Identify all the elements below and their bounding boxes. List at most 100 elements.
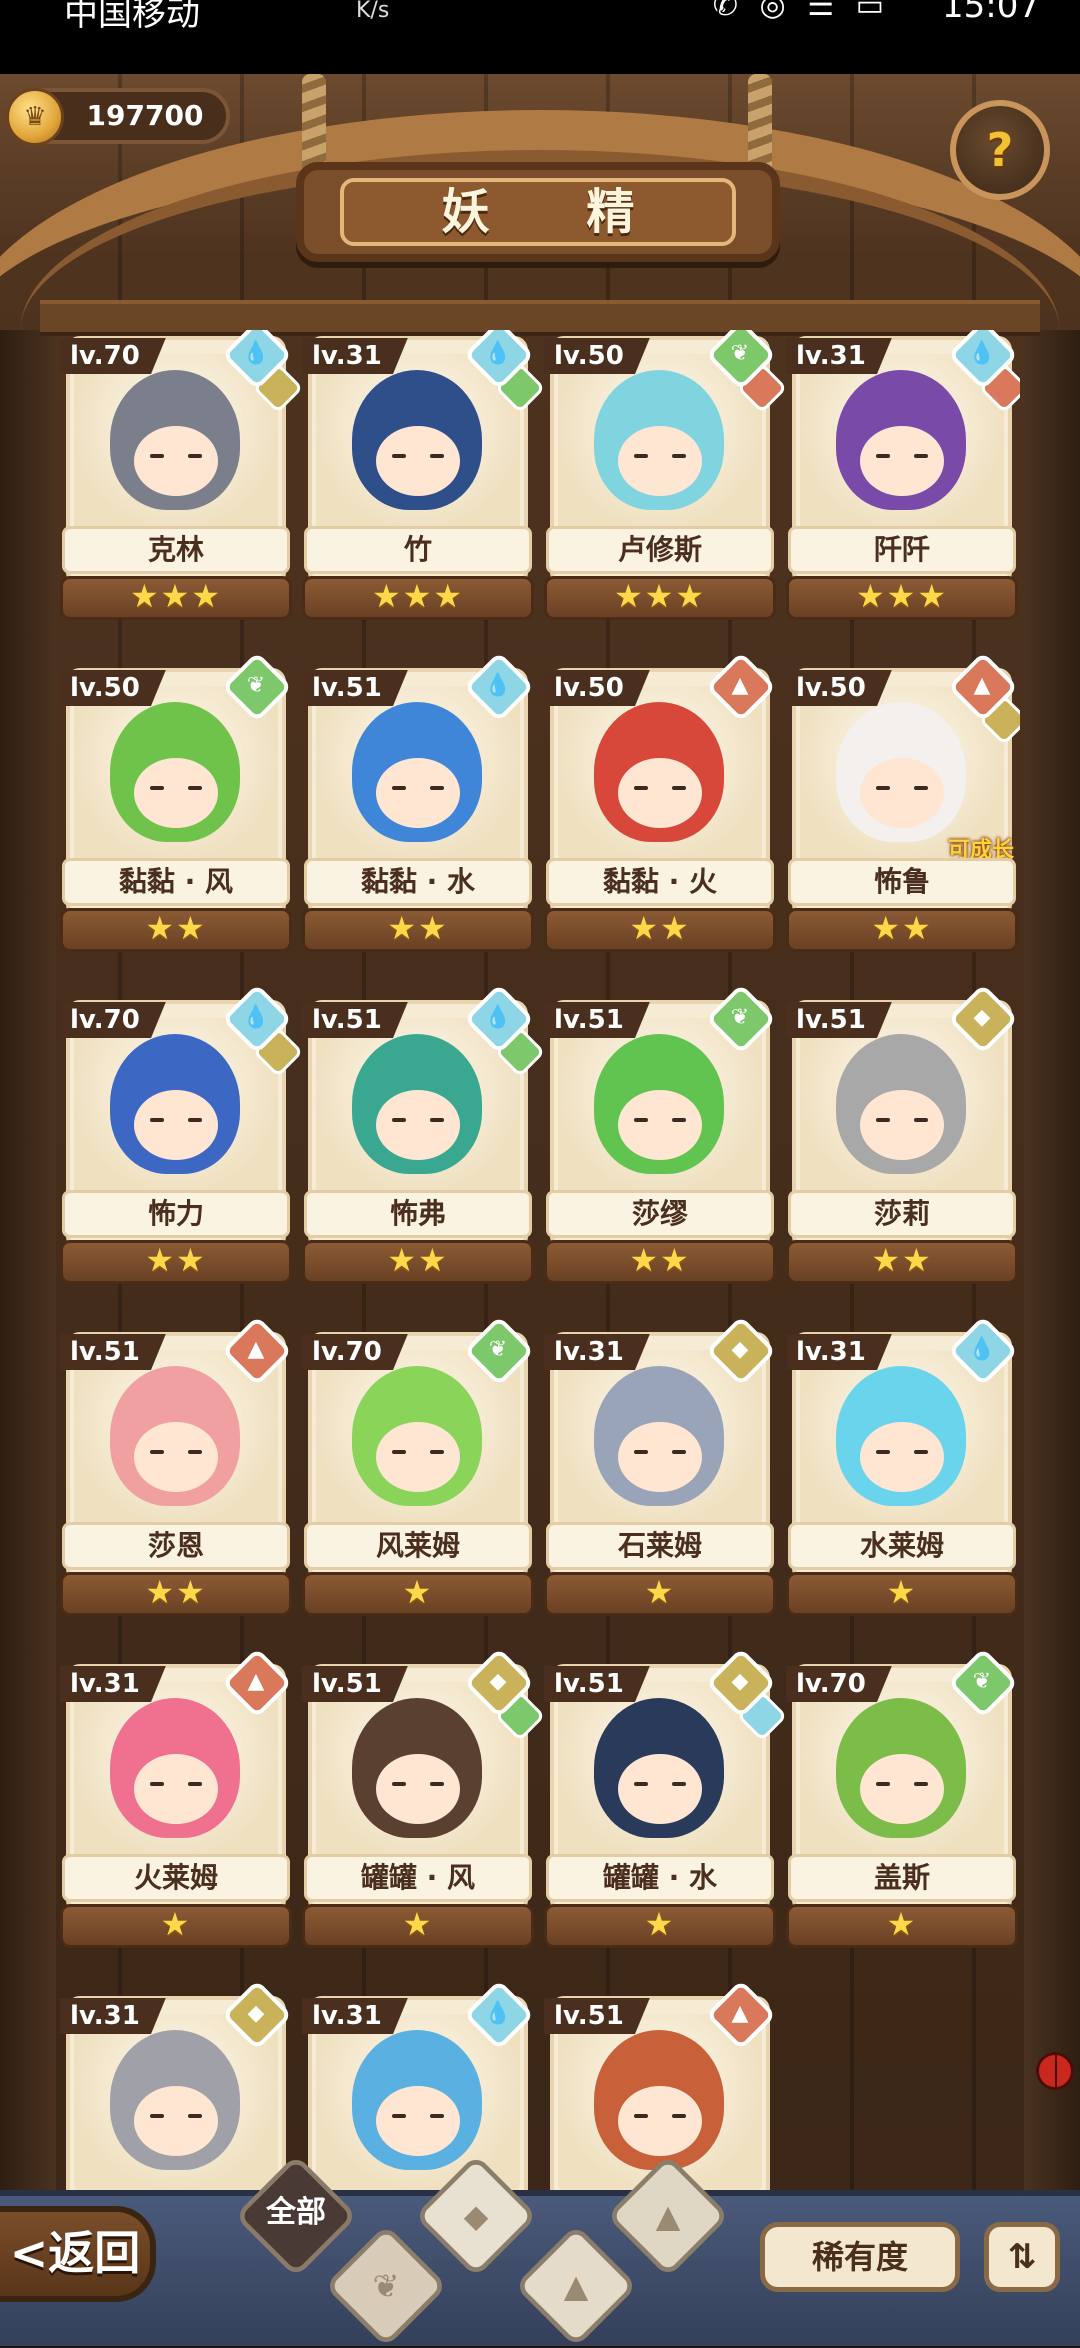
status-bar: 中国移动 K/s ✆ ◎ ☰ ▭ 15:07 — [0, 0, 1080, 74]
fairy-card[interactable]: lv.50 ❦ 黏黏 · 风 ★★ — [60, 651, 293, 962]
element-symbol: 💧 — [968, 1337, 996, 1362]
star-rating: ★ — [886, 1905, 918, 1943]
coin-icon: ♛ — [6, 88, 64, 146]
sort-order-button[interactable]: ⇅ — [984, 2222, 1060, 2292]
element-symbol: ▲ — [731, 673, 749, 698]
fairy-eyes — [150, 2114, 202, 2124]
fairy-card[interactable]: lv.50 ❦ 卢修斯 ★★★ — [544, 330, 788, 630]
star-rating: ★★ — [145, 909, 207, 947]
fairy-name: 克林 — [147, 533, 204, 566]
fairy-card[interactable]: lv.31 💧 阡阡 ★★★ — [786, 330, 1020, 630]
fairy-card[interactable]: lv.70 ❦ 盖斯 ★ — [786, 1647, 1019, 1958]
clock: 15:07 — [942, 0, 1040, 26]
element-symbol: ◆ — [731, 1337, 749, 1362]
fairy-card[interactable]: lv.50 ▲ 黏黏 · 火 ★★ — [544, 651, 777, 962]
fairy-card[interactable]: lv.31 ◆ — [60, 1979, 293, 2200]
sprout-icon: ❦ — [372, 2267, 400, 2305]
fairy-card[interactable]: lv.31 💧 — [302, 1979, 535, 2200]
fairy-card[interactable]: lv.51 💧 怖弗 ★★ — [302, 983, 546, 1294]
page-title: 妖 精 — [441, 184, 675, 240]
fairy-card[interactable]: lv.51 ◆ 罐罐 · 水 ★ — [544, 1647, 788, 1958]
level-badge: lv.50 — [544, 338, 650, 374]
fairy-eyes — [392, 454, 444, 464]
element-symbol: ▲ — [247, 1337, 265, 1362]
fairy-eyes — [392, 2114, 444, 2124]
fairy-eyes — [634, 1118, 686, 1128]
fairy-card[interactable]: lv.31 ▲ 火莱姆 ★ — [60, 1647, 293, 1958]
fairy-card[interactable]: lv.51 💧 黏黏 · 水 ★★ — [302, 651, 535, 962]
element-symbol: 💧 — [242, 341, 270, 366]
ladybug-icon[interactable] — [1036, 2052, 1074, 2090]
element-symbol: ◆ — [489, 1669, 507, 1694]
fairy-name: 莎缪 — [631, 1197, 688, 1230]
element-symbol: 💧 — [484, 341, 512, 366]
fairy-name: 莎莉 — [873, 1197, 930, 1230]
level-badge: lv.31 — [60, 1666, 166, 1702]
fairy-eyes — [634, 1782, 686, 1792]
level-badge: lv.70 — [786, 1666, 892, 1702]
element-symbol: ❦ — [488, 1337, 508, 1362]
fairy-card[interactable]: lv.50 ▲ 可成长 怖鲁 ★★ — [786, 651, 1020, 962]
star-rating: ★★★ — [613, 577, 707, 615]
level-badge: lv.50 — [60, 670, 166, 706]
star-rating: ★ — [402, 1573, 434, 1611]
fairy-card[interactable]: lv.51 ▲ 莎恩 ★★ — [60, 1315, 293, 1626]
fairy-card[interactable]: lv.31 ◆ 石莱姆 ★ — [544, 1315, 777, 1626]
star-rating: ★★ — [871, 1241, 933, 1279]
fairy-eyes — [876, 1450, 928, 1460]
help-button[interactable]: ? — [950, 100, 1050, 200]
fairy-name: 怖鲁 — [873, 865, 930, 898]
element-symbol: ◆ — [973, 1005, 991, 1030]
level-badge: lv.70 — [60, 1002, 166, 1038]
element-symbol: 💧 — [484, 1005, 512, 1030]
fairy-card[interactable]: lv.31 💧 竹 ★★★ — [302, 330, 546, 630]
fairy-eyes — [634, 1450, 686, 1460]
fairy-card[interactable]: lv.31 💧 水莱姆 ★ — [786, 1315, 1019, 1626]
fairy-card[interactable]: lv.70 💧 克林 ★★★ — [60, 330, 304, 630]
fairy-name: 怖弗 — [389, 1197, 446, 1230]
question-sprout-icon: ? — [986, 123, 1014, 177]
fairy-card[interactable]: lv.51 ❦ 莎缪 ★★ — [544, 983, 777, 1294]
fairy-eyes — [150, 1450, 202, 1460]
water-drop-icon: ◆ — [463, 2197, 489, 2235]
level-badge: lv.51 — [60, 1334, 166, 1370]
fairy-name: 阡阡 — [873, 533, 930, 566]
fairy-eyes — [392, 1782, 444, 1792]
star-rating: ★★ — [387, 1241, 449, 1279]
element-symbol: ❦ — [246, 673, 266, 698]
star-rating: ★★ — [871, 909, 933, 947]
fairy-card[interactable]: lv.70 ❦ 风莱姆 ★ — [302, 1315, 535, 1626]
level-badge: lv.31 — [60, 1998, 166, 2034]
star-rating: ★ — [160, 1905, 192, 1943]
level-badge: lv.51 — [302, 670, 408, 706]
star-rating: ★ — [644, 1573, 676, 1611]
fairy-card[interactable]: lv.70 💧 怖力 ★★ — [60, 983, 304, 1294]
fairy-name: 黏黏 · 水 — [360, 865, 476, 898]
coin-value: 197700 — [86, 99, 204, 132]
fairy-eyes — [392, 1450, 444, 1460]
back-label[interactable]: <返回 — [0, 2218, 150, 2288]
status-icons: ✆ ◎ ☰ ▭ — [712, 0, 890, 23]
fairy-name: 盖斯 — [873, 1861, 930, 1894]
sort-rarity-label[interactable]: 稀有度 — [760, 2222, 960, 2292]
element-symbol: 💧 — [968, 341, 996, 366]
element-symbol: ▲ — [731, 2001, 749, 2026]
element-symbol: ◆ — [247, 2001, 265, 2026]
filter-all-label[interactable]: 全部 — [244, 2188, 348, 2238]
level-badge: lv.51 — [786, 1002, 892, 1038]
fairy-eyes — [876, 1118, 928, 1128]
fairy-eyes — [150, 1782, 202, 1792]
level-badge: lv.31 — [302, 338, 408, 374]
fairy-card[interactable]: lv.51 ◆ 莎莉 ★★ — [786, 983, 1019, 1294]
fairy-card[interactable]: lv.51 ◆ 罐罐 · 风 ★ — [302, 1647, 546, 1958]
star-rating: ★ — [886, 1573, 918, 1611]
element-symbol: 💧 — [484, 2001, 512, 2026]
fairy-name: 黏黏 · 风 — [118, 865, 234, 898]
fairy-eyes — [876, 1782, 928, 1792]
fairy-eyes — [876, 786, 928, 796]
fairy-grid: lv.70 💧 克林 ★★★ lv.31 💧 竹 ★★★ lv.50 ❦ 卢修斯 ★★★ lv.31 💧 阡… — [60, 330, 1020, 2200]
element-symbol: ▲ — [973, 673, 991, 698]
level-badge: lv.31 — [544, 1334, 650, 1370]
element-symbol: ❦ — [972, 1669, 992, 1694]
carrier-label: 中国移动 — [64, 0, 200, 34]
